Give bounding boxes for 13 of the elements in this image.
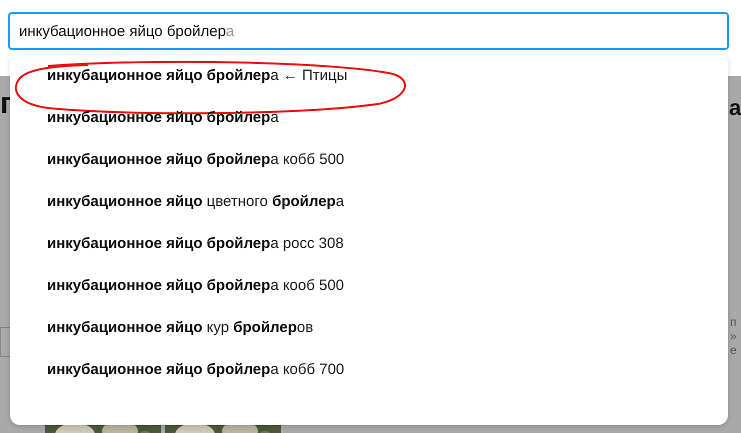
text-fragment: » <box>730 329 737 343</box>
text-fragment: п <box>730 315 737 329</box>
suggestion-item[interactable]: инкубационное яйцо бройлера ← Птицы <box>10 67 728 109</box>
heading-fragment: а <box>729 94 741 122</box>
suggestion-item[interactable]: инкубационное яйцо бройлера кобб 500 <box>10 151 728 193</box>
suggestion-item[interactable]: инкубационное яйцо бройлера кооб 500 <box>10 277 728 319</box>
suggestion-item[interactable]: инкубационное яйцо бройлера <box>10 109 728 151</box>
search-field[interactable]: инкубационное яйцо бройлера <box>8 12 729 50</box>
text-fragment: е <box>730 343 737 357</box>
suggestion-item[interactable]: инкубационное яйцо кур бройлеров <box>10 319 728 361</box>
suggestion-item[interactable]: инкубационное яйцо бройлера кобб 700 <box>10 361 728 403</box>
suggestion-item[interactable]: инкубационное яйцо бройлера росс 308 <box>10 235 728 277</box>
suggestion-item[interactable]: инкубационное яйцо цветного бройлера <box>10 193 728 235</box>
